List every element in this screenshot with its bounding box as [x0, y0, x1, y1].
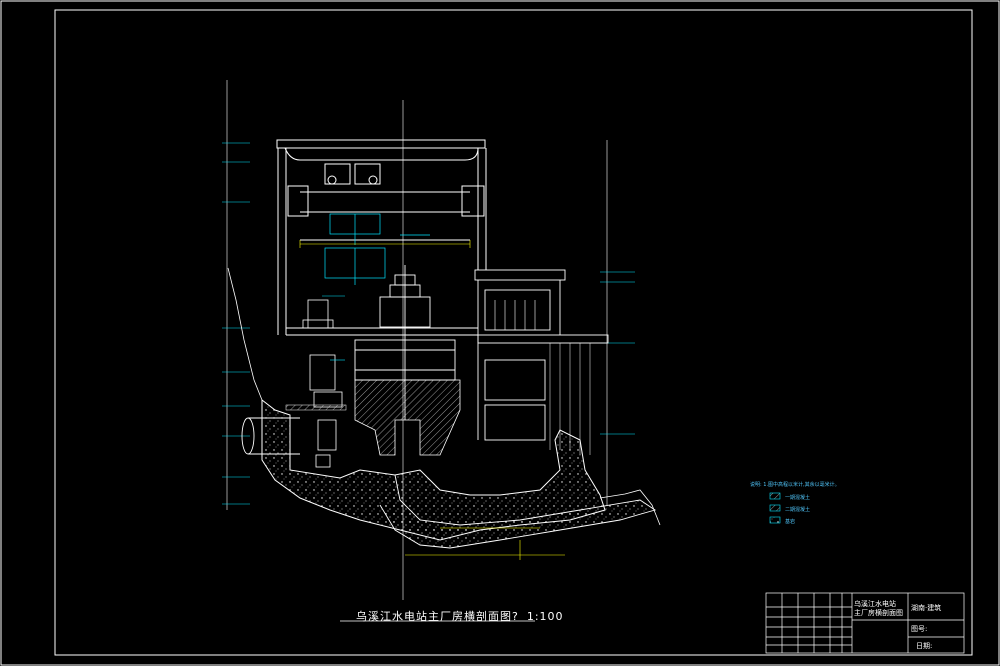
legend-item-1: 一期混凝土 — [785, 495, 811, 501]
legend-item-2: 二期混凝土 — [785, 507, 811, 513]
dimension-lines-top — [299, 240, 471, 248]
drawing-title-text: 乌溪江水电站主厂房横剖面图 — [356, 610, 512, 623]
drawing-canvas — [0, 0, 1000, 666]
right-elevation-ticks — [600, 271, 635, 435]
title-block-project-line2: 主厂房横剖面图 — [854, 609, 903, 617]
left-elevation-ticks — [222, 142, 250, 505]
drawing-scale: 1:100 — [526, 610, 564, 623]
floor-slab — [285, 404, 347, 411]
title-block-school: 湖南·建筑 — [911, 604, 942, 612]
legend-item-3: 基岩 — [785, 519, 796, 525]
outer-frame — [0, 0, 1000, 666]
substructure-concrete — [354, 379, 461, 456]
legend-symbols — [769, 492, 781, 524]
crane-annotation — [324, 213, 430, 285]
inner-frame — [54, 9, 973, 656]
governor-equipment — [302, 299, 343, 468]
title-block-drawing-no: 图号: — [911, 625, 928, 633]
title-block-date: 日期: — [916, 642, 933, 650]
drawing-title: 乌溪江水电站主厂房横剖面图? 1:100 — [356, 608, 564, 624]
auxiliary-building — [474, 269, 609, 455]
left-hillside — [227, 267, 263, 401]
drawing-title-suffix: ? — [512, 610, 519, 623]
legend-note: 说明: 1.图中高程以米计,其余以毫米计。 — [750, 482, 840, 488]
